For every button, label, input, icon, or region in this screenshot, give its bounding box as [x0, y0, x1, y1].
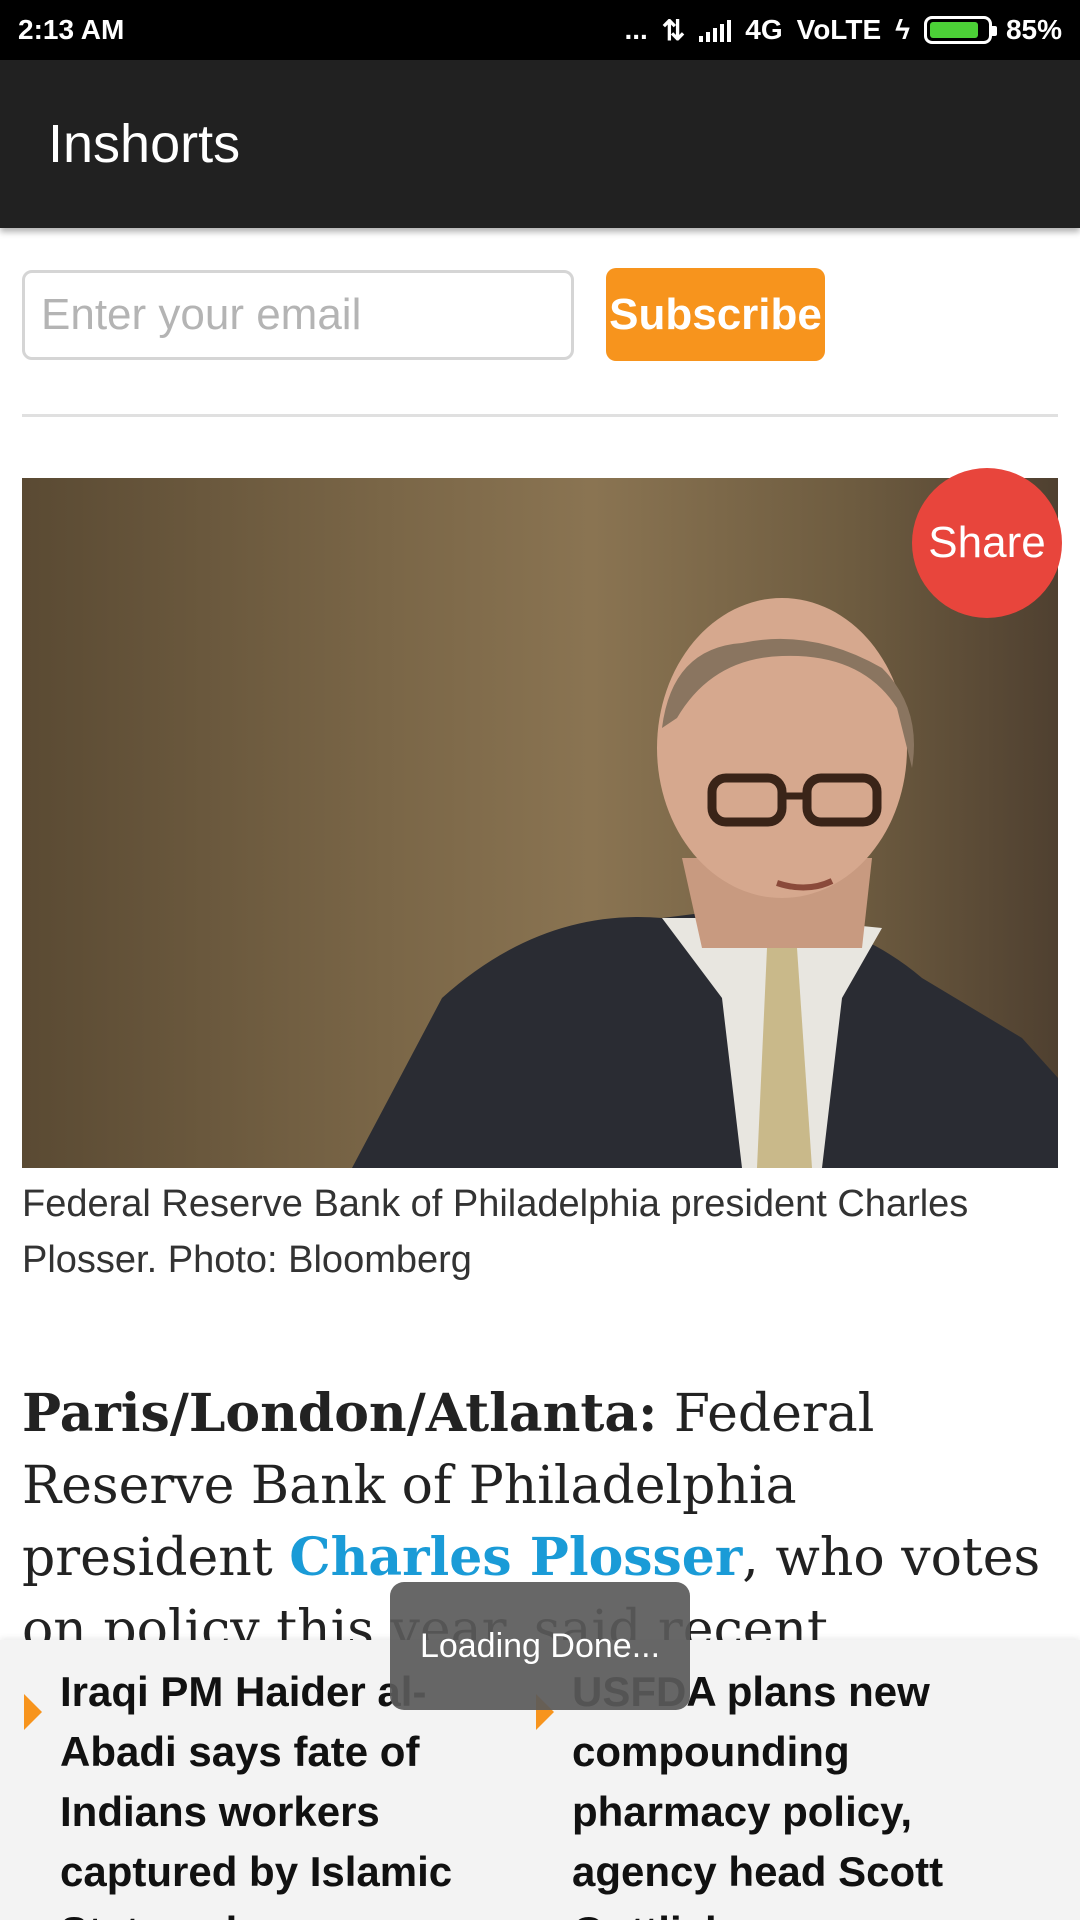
status-icons: ... ⇅ 4G VoLTE ϟ 85% — [624, 14, 1062, 47]
battery-fill — [929, 22, 978, 38]
share-button[interactable]: Share — [912, 468, 1062, 618]
network-type: 4G — [745, 14, 783, 45]
data-transfer-icon: ⇅ — [661, 14, 686, 46]
email-input[interactable] — [22, 270, 574, 360]
subscribe-button[interactable]: Subscribe — [606, 268, 825, 361]
toast-message: Loading Done... — [390, 1582, 690, 1710]
signal-strength-icon — [699, 18, 732, 42]
app-title: Inshorts — [48, 114, 241, 174]
app-bar: Inshorts — [0, 60, 1080, 228]
photo-illustration — [352, 598, 1058, 1168]
article-person-link[interactable]: Charles Plosser — [289, 1527, 742, 1588]
charging-icon: ϟ — [895, 14, 910, 45]
volte-label: VoLTE — [796, 14, 882, 45]
photo-caption: Federal Reserve Bank of Philadelphia pre… — [22, 1183, 969, 1281]
article-photo — [22, 478, 1058, 1168]
divider — [22, 414, 1058, 417]
battery-percent: 85% — [1005, 14, 1062, 45]
status-time: 2:13 AM — [18, 14, 125, 45]
notification-dots-icon: ... — [624, 14, 648, 45]
article-location: Paris/London/Atlanta: — [22, 1383, 658, 1444]
status-bar: 2:13 AM ... ⇅ 4G VoLTE ϟ 85% — [0, 0, 1080, 60]
arrow-right-icon — [24, 1694, 42, 1730]
battery-icon — [923, 16, 997, 44]
